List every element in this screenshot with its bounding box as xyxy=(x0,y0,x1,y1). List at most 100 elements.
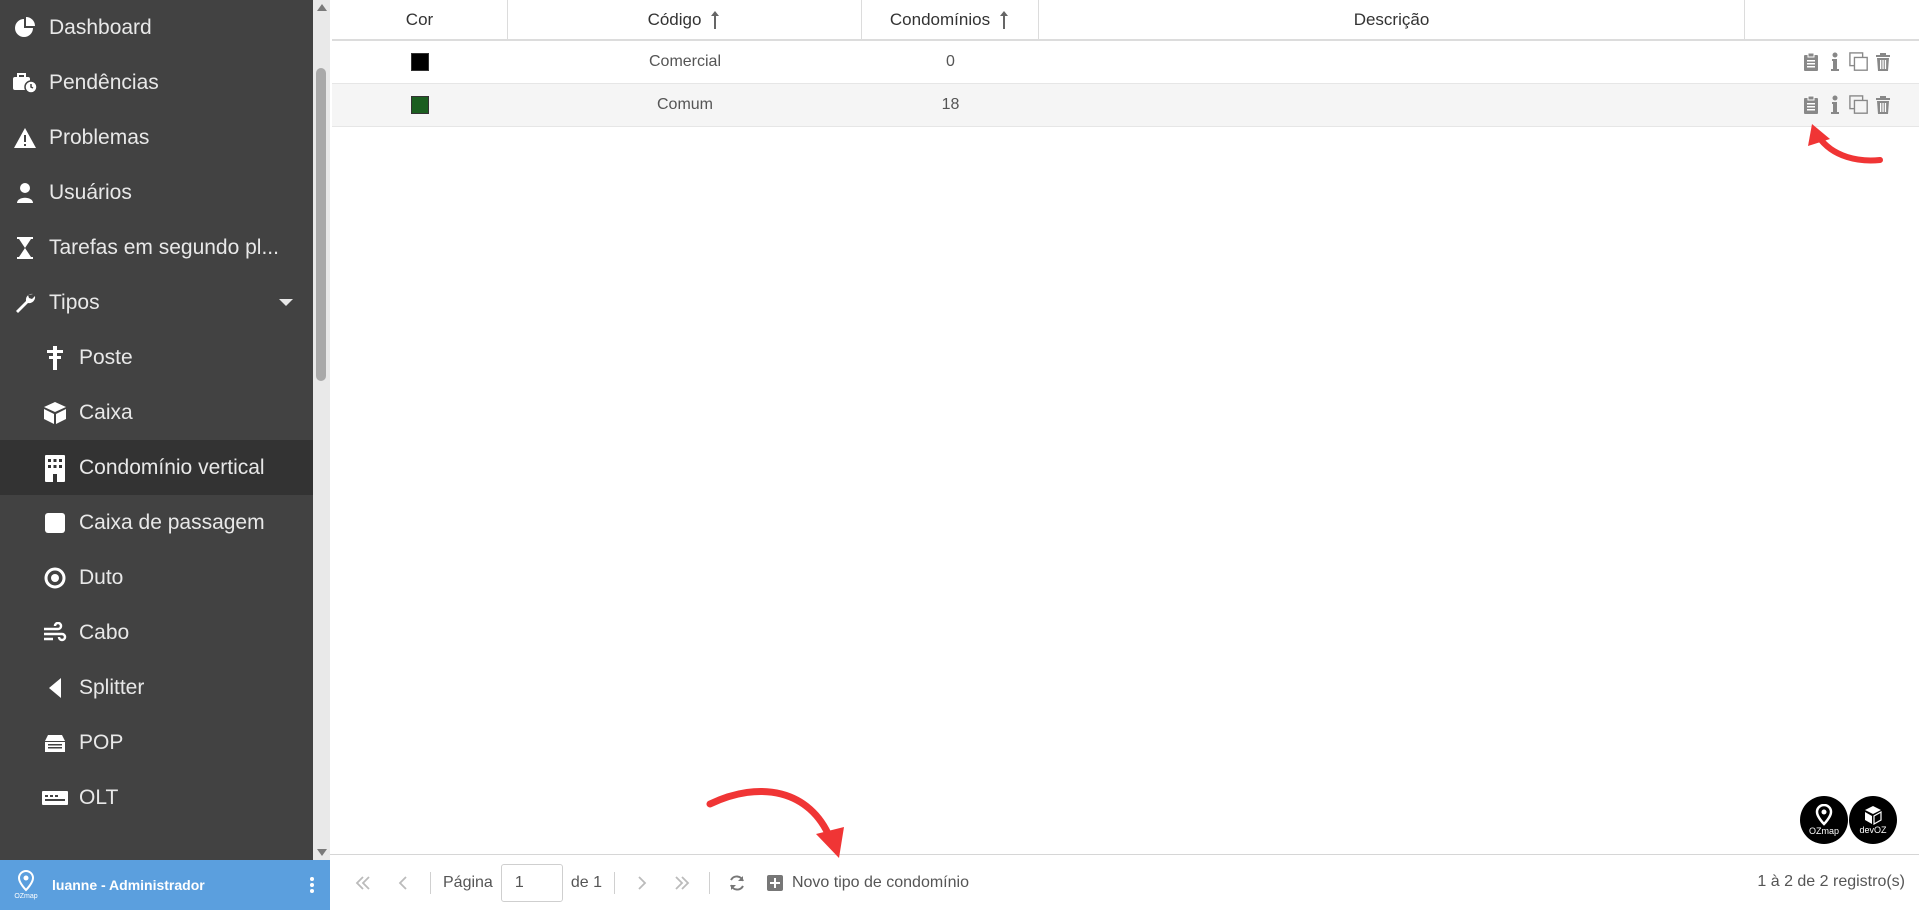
sidebar-item-label: Poste xyxy=(79,345,133,369)
olt-icon xyxy=(41,784,69,812)
code-cell: Comum xyxy=(656,96,713,113)
square-icon xyxy=(41,509,69,537)
column-header-condos[interactable]: Condomínios xyxy=(862,0,1039,39)
sidebar-item-label: Caixa xyxy=(79,400,133,424)
pole-icon xyxy=(41,344,69,372)
page-of-label: de 1 xyxy=(570,873,602,891)
sidebar-item-olt[interactable]: OLT xyxy=(0,770,313,825)
code-cell: Comercial xyxy=(648,53,721,70)
prev-page-icon[interactable] xyxy=(388,868,418,898)
sidebar: Dashboard Pendências Problemas Usuários xyxy=(0,0,313,860)
page-number-input[interactable] xyxy=(500,863,563,902)
kebab-menu-icon[interactable] xyxy=(294,860,330,910)
devoz-brand-logo[interactable]: devOZ xyxy=(1849,796,1897,844)
pop-icon xyxy=(41,729,69,757)
circle-dot-icon xyxy=(41,564,69,592)
color-swatch xyxy=(411,53,429,71)
map-pin-icon xyxy=(17,870,35,892)
sidebar-item-label: POP xyxy=(79,730,124,754)
row-actions xyxy=(1745,84,1919,126)
sidebar-item-pendencias[interactable]: Pendências xyxy=(0,55,313,110)
sidebar-item-label: Pendências xyxy=(49,70,159,94)
sidebar-item-label: Splitter xyxy=(79,675,145,699)
brand-text: devOZ xyxy=(1859,825,1887,835)
sidebar-item-label: Cabo xyxy=(79,620,130,644)
sidebar-item-label: Tipos xyxy=(49,290,100,314)
sidebar-item-splitter[interactable]: Splitter xyxy=(0,660,313,715)
sidebar-item-pop[interactable]: POP xyxy=(0,715,313,770)
map-pin-icon xyxy=(1815,804,1833,826)
chevron-down-icon[interactable] xyxy=(279,299,293,306)
sidebar-item-caixa[interactable]: Caixa xyxy=(0,385,313,440)
trash-icon[interactable] xyxy=(1873,94,1893,116)
header-label: Condomínios xyxy=(889,9,991,29)
sidebar-item-label: Caixa de passagem xyxy=(79,510,265,534)
briefcase-clock-icon xyxy=(11,69,39,97)
header-label: Cor xyxy=(405,9,434,29)
copy-icon[interactable] xyxy=(1849,94,1869,116)
sidebar-item-label: Dashboard xyxy=(49,15,152,39)
user-bar[interactable]: OZmap luanne - Administrador xyxy=(0,860,330,910)
color-cell xyxy=(332,41,508,83)
table-row[interactable]: Comercial 0 xyxy=(332,41,1919,84)
scroll-up-icon[interactable] xyxy=(317,4,327,11)
ozmap-brand-logo[interactable]: OZmap xyxy=(1800,796,1848,844)
column-header-color[interactable]: Cor xyxy=(332,0,508,39)
app-window: Dashboard Pendências Problemas Usuários xyxy=(0,0,1919,910)
column-header-code[interactable]: Código xyxy=(508,0,862,39)
scrollbar-thumb[interactable] xyxy=(316,68,326,381)
condos-cell: 0 xyxy=(946,53,955,70)
sidebar-item-cabo[interactable]: Cabo xyxy=(0,605,313,660)
sidebar-item-usuarios[interactable]: Usuários xyxy=(0,165,313,220)
scroll-down-icon[interactable] xyxy=(317,849,327,856)
trash-icon[interactable] xyxy=(1873,51,1893,73)
sidebar-item-label: Tarefas em segundo pl... xyxy=(49,235,279,259)
cube-icon xyxy=(1865,806,1882,825)
sort-asc-icon[interactable] xyxy=(998,10,1010,30)
sidebar-item-poste[interactable]: Poste xyxy=(0,330,313,385)
separator xyxy=(708,871,710,894)
description-cell xyxy=(1039,84,1745,126)
box-icon xyxy=(41,399,69,427)
page-label: Página xyxy=(443,873,493,891)
sidebar-item-condominio-vertical[interactable]: Condomínio vertical xyxy=(0,440,313,495)
pie-chart-icon xyxy=(11,14,39,42)
plus-square-icon[interactable] xyxy=(764,868,786,898)
ozmap-logo: OZmap xyxy=(0,860,52,910)
column-header-actions xyxy=(1745,0,1919,39)
sidebar-scrollbar[interactable] xyxy=(313,0,330,860)
sidebar-item-tipos[interactable]: Tipos xyxy=(0,275,313,330)
sidebar-item-dashboard[interactable]: Dashboard xyxy=(0,0,313,55)
description-cell xyxy=(1039,41,1745,83)
next-page-icon[interactable] xyxy=(627,868,657,898)
main-content: Cor Código Condomínios Descrição Comerci… xyxy=(330,0,1919,910)
color-cell xyxy=(332,84,508,126)
last-page-icon[interactable] xyxy=(667,868,697,898)
table-row[interactable]: Comum 18 xyxy=(332,84,1919,127)
sidebar-item-duto[interactable]: Duto xyxy=(0,550,313,605)
table-header: Cor Código Condomínios Descrição xyxy=(332,0,1919,41)
records-summary: 1 à 2 de 2 registro(s) xyxy=(1757,873,1905,890)
sidebar-item-tarefas[interactable]: Tarefas em segundo pl... xyxy=(0,220,313,275)
new-condo-type-button[interactable]: Novo tipo de condomínio xyxy=(792,874,969,892)
info-icon[interactable] xyxy=(1825,94,1845,116)
refresh-icon[interactable] xyxy=(722,868,752,898)
separator xyxy=(613,871,615,894)
pagination-toolbar: Página de 1 Novo tipo de condomínio 1 à … xyxy=(330,854,1919,910)
first-page-icon[interactable] xyxy=(348,868,378,898)
user-icon xyxy=(11,179,39,207)
sidebar-item-label: Usuários xyxy=(49,180,132,204)
column-header-description[interactable]: Descrição xyxy=(1039,0,1745,39)
row-actions xyxy=(1745,41,1919,83)
separator xyxy=(430,871,431,894)
sidebar-item-problemas[interactable]: Problemas xyxy=(0,110,313,165)
sidebar-item-caixa-de-passagem[interactable]: Caixa de passagem xyxy=(0,495,313,550)
hourglass-icon xyxy=(11,234,39,262)
sort-asc-icon[interactable] xyxy=(709,10,721,30)
color-swatch xyxy=(411,96,429,114)
clipboard-icon[interactable] xyxy=(1801,51,1821,73)
copy-icon[interactable] xyxy=(1849,51,1869,73)
info-icon[interactable] xyxy=(1825,51,1845,73)
clipboard-icon[interactable] xyxy=(1801,94,1821,116)
header-label: Descrição xyxy=(1353,9,1430,29)
